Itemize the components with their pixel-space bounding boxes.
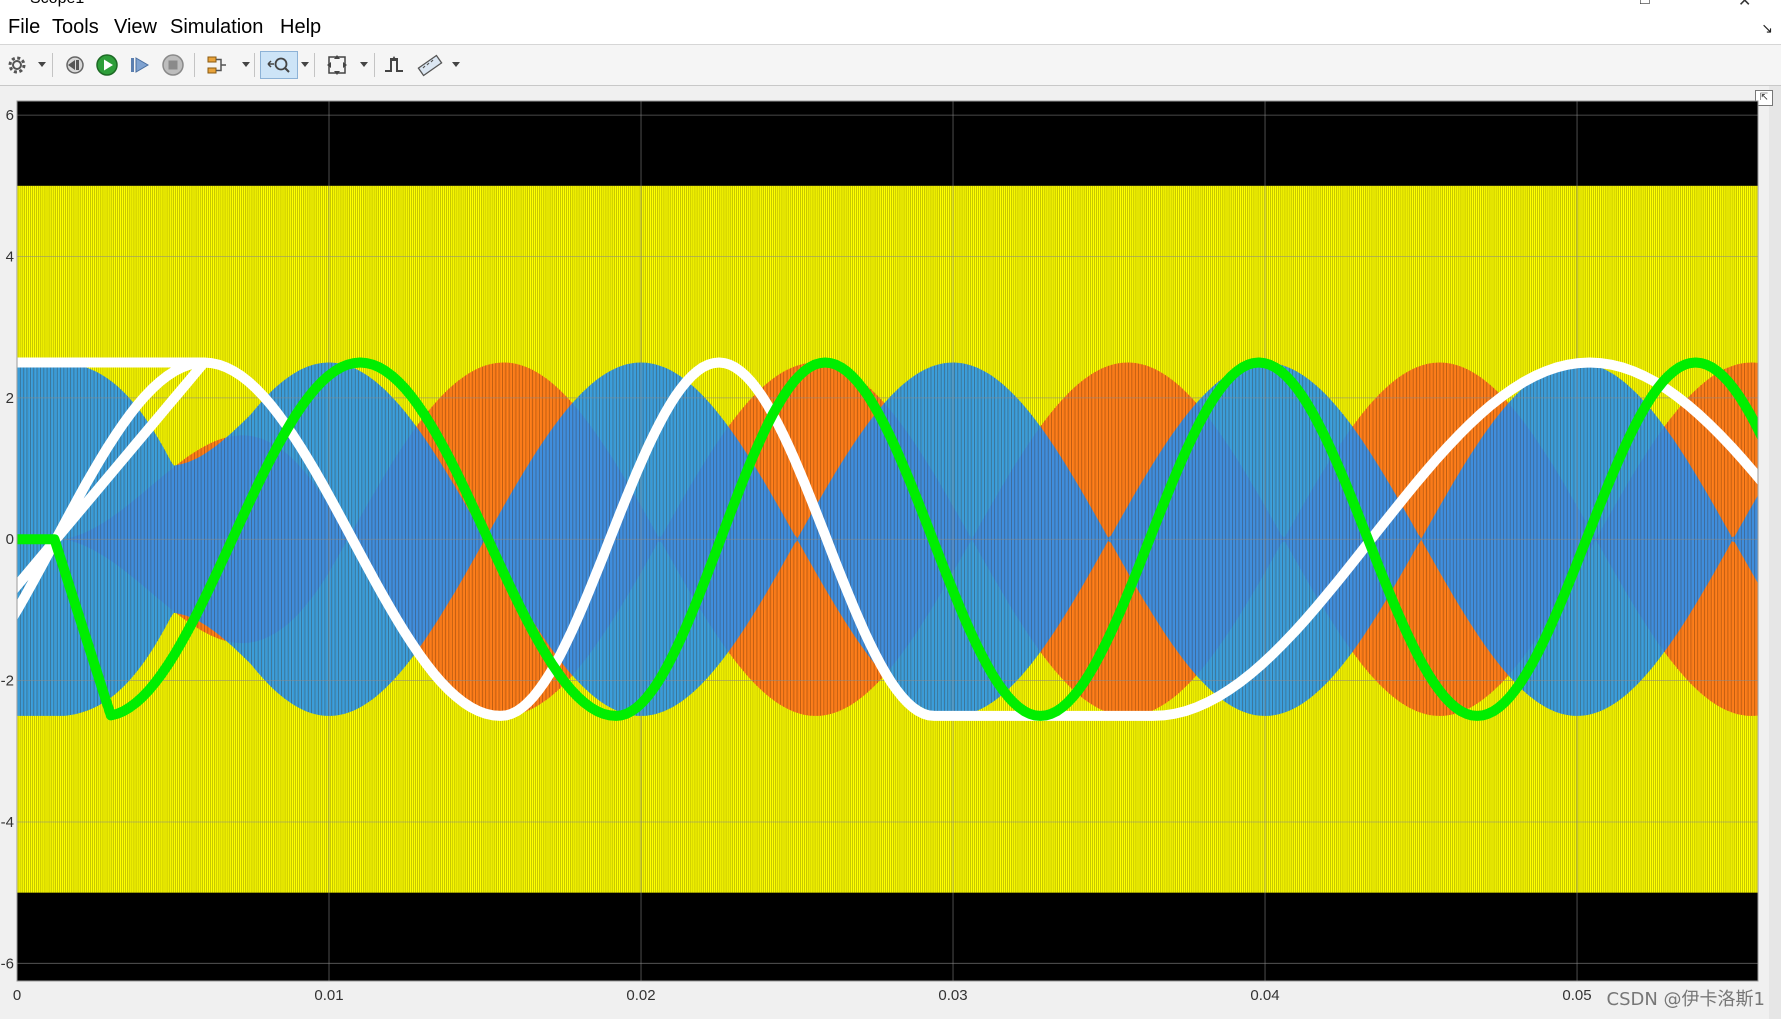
menu-view[interactable]: View <box>114 16 157 39</box>
step-forward-button[interactable] <box>126 51 154 79</box>
autoscale-dropdown-icon[interactable] <box>360 62 368 67</box>
y-tick-label: 0 <box>6 531 14 548</box>
highlight-button[interactable] <box>203 51 231 79</box>
menu-tools[interactable]: Tools <box>52 16 99 39</box>
x-tick-label: 0.05 <box>1562 987 1591 1004</box>
y-tick-label: 2 <box>6 390 14 407</box>
autoscale-icon <box>327 55 347 75</box>
measure-icon <box>417 54 443 77</box>
toolbar <box>0 45 1781 86</box>
x-tick-label: 0 <box>13 987 21 1004</box>
trigger-icon <box>385 56 403 72</box>
settings-button[interactable] <box>3 51 31 79</box>
x-tick-label: 0.04 <box>1250 987 1279 1004</box>
gear-icon <box>8 56 26 74</box>
triggers-button[interactable] <box>380 51 408 79</box>
menu-help[interactable]: Help <box>280 16 321 39</box>
run-button[interactable] <box>93 51 121 79</box>
menu-bar: File Tools View Simulation Help ↘ <box>0 8 1781 45</box>
cursor-measurements-button[interactable] <box>416 51 444 79</box>
step-back-icon <box>66 56 84 74</box>
zoom-icon <box>267 57 290 73</box>
undock-icon[interactable]: ↘ <box>1761 20 1773 37</box>
y-tick-label: -4 <box>1 814 14 831</box>
y-tick-label: -2 <box>1 673 14 690</box>
toolbar-separator <box>314 53 315 77</box>
play-icon <box>96 54 118 76</box>
zoom-button[interactable] <box>260 51 298 79</box>
toolbar-separator <box>52 53 53 77</box>
window-title: Scope1 <box>30 0 84 8</box>
toolbar-separator <box>374 53 375 77</box>
autoscale-button[interactable] <box>323 51 351 79</box>
y-tick-label: -6 <box>1 955 14 972</box>
settings-dropdown-icon[interactable] <box>38 62 46 67</box>
watermark: CSDN @伊卡洛斯1 <box>1606 989 1766 1010</box>
zoom-dropdown-icon[interactable] <box>301 62 309 67</box>
toolbar-separator <box>254 53 255 77</box>
window-titlebar: Scope1 □ ✕ <box>0 0 1781 8</box>
measure-dropdown-icon[interactable] <box>452 62 460 67</box>
y-tick-label: 6 <box>6 107 14 124</box>
step-back-button[interactable] <box>60 51 88 79</box>
menu-file[interactable]: File <box>8 16 40 39</box>
stop-button[interactable] <box>159 51 187 79</box>
y-tick-label: 4 <box>6 249 14 266</box>
stop-icon <box>162 54 184 76</box>
x-tick-label: 0.01 <box>314 987 343 1004</box>
x-tick-label: 0.03 <box>938 987 967 1004</box>
maximize-icon[interactable]: □ <box>1640 0 1650 8</box>
signal-highlight-icon <box>207 56 226 74</box>
toolbar-separator <box>194 53 195 77</box>
menu-simulation[interactable]: Simulation <box>170 16 263 39</box>
highlight-dropdown-icon[interactable] <box>242 62 250 67</box>
scope-plot[interactable]: 0 0.01 0.02 0.03 0.04 0.05 6 4 2 0 -2 -4 -6 <box>0 86 1781 1019</box>
step-forward-icon <box>131 57 149 73</box>
close-icon[interactable]: ✕ <box>1738 0 1751 8</box>
x-tick-label: 0.02 <box>626 987 655 1004</box>
